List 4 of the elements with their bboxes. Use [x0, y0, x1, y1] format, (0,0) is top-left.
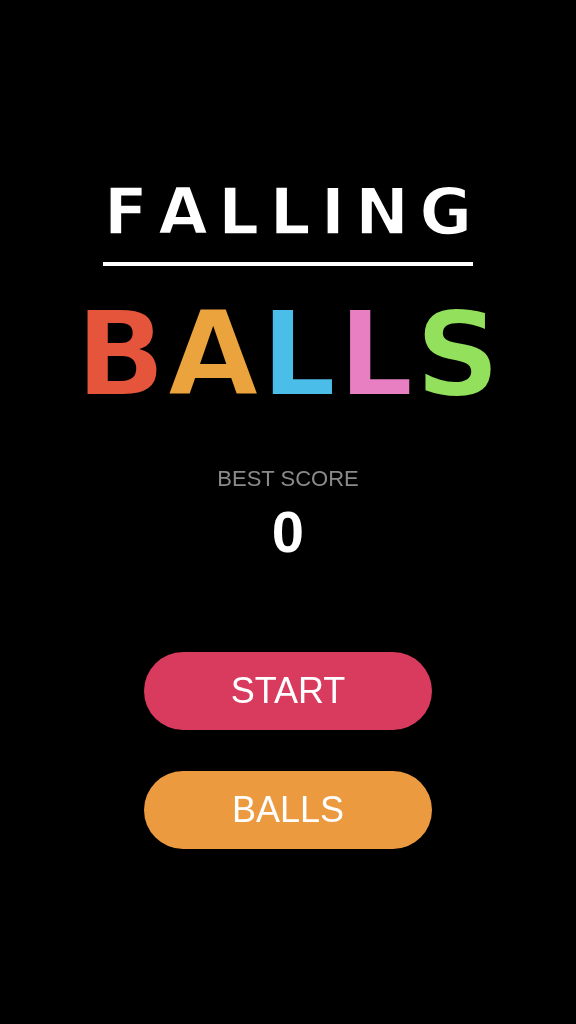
balls-button[interactable]: BALLS: [144, 771, 432, 849]
best-score-label: BEST SCORE: [217, 466, 359, 492]
best-score-value: 0: [271, 500, 305, 564]
start-button[interactable]: START: [144, 652, 432, 730]
